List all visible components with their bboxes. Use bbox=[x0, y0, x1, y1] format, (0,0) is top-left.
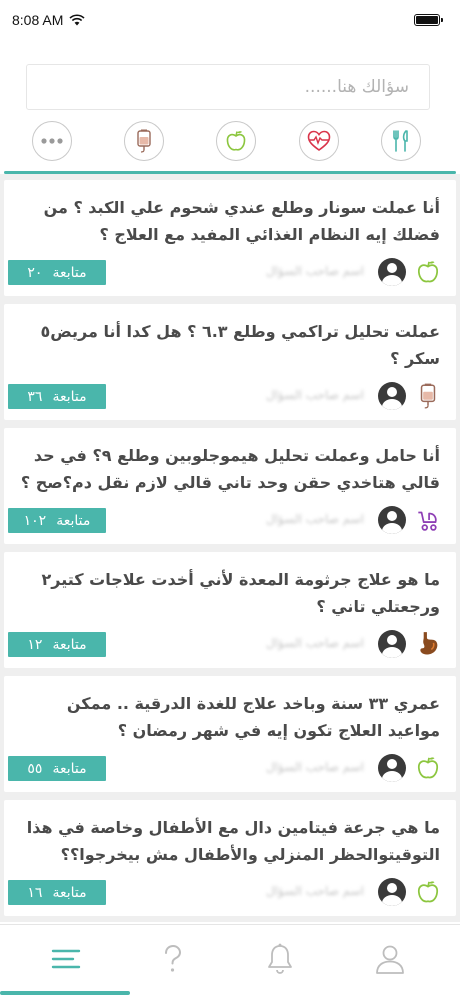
apple-icon bbox=[417, 881, 439, 903]
author-name: اسم صاحب السؤال bbox=[266, 512, 364, 526]
search-box[interactable] bbox=[26, 64, 430, 110]
author-name: اسم صاحب السؤال bbox=[266, 388, 364, 402]
category-blood-button[interactable] bbox=[124, 121, 164, 161]
question-text: ما هو علاج جرثومة المعدة لأني أخدت علاجا… bbox=[41, 570, 440, 616]
question-text: أنا عملت سونار وطلع عندي شحوم علي الكبد … bbox=[43, 198, 440, 244]
status-time: 8:08 AM bbox=[12, 12, 64, 28]
question-card[interactable]: ما هو علاج جرثومة المعدة لأني أخدت علاجا… bbox=[4, 552, 456, 668]
bell-icon bbox=[268, 943, 292, 974]
battery-icon bbox=[414, 14, 443, 26]
apple-icon bbox=[226, 131, 246, 151]
follow-count: ٥٥ bbox=[27, 760, 43, 777]
tab-profile[interactable] bbox=[360, 935, 420, 983]
wifi-icon bbox=[69, 14, 85, 26]
question-footer: متابعة ٥٥ اسم صاحب السؤال bbox=[4, 754, 456, 782]
follow-button[interactable]: متابعة ٢٠ bbox=[8, 260, 106, 285]
question-text: عملت تحليل تراكمي وطلع ٦.٣ ؟ هل كدا أنا … bbox=[40, 322, 440, 368]
tab-notifications[interactable] bbox=[250, 935, 310, 983]
question-text: أنا حامل وعملت تحليل هيموجلوبين وطلع ٩؟ … bbox=[20, 446, 440, 492]
avatar[interactable] bbox=[378, 878, 406, 906]
avatar[interactable] bbox=[378, 258, 406, 286]
follow-count: ٣٦ bbox=[27, 388, 43, 405]
status-bar: 8:08 AM bbox=[0, 0, 460, 40]
heart-pulse-icon bbox=[307, 130, 331, 151]
stomach-icon bbox=[420, 632, 438, 655]
question-mark-icon bbox=[165, 944, 182, 972]
author-name: اسم صاحب السؤال bbox=[266, 636, 364, 650]
follow-button[interactable]: متابعة ٣٦ bbox=[8, 384, 106, 409]
apple-icon bbox=[417, 757, 439, 779]
question-card[interactable]: ما هي جرعة فيتامين دال مع الأطفال وخاصة … bbox=[4, 800, 456, 916]
question-footer: متابعة ١٠٢ اسم صاحب السؤال bbox=[4, 506, 456, 534]
follow-button[interactable]: متابعة ١٦ bbox=[8, 880, 106, 905]
follow-count: ١٢ bbox=[27, 636, 43, 653]
question-card[interactable]: عمري ٣٣ سنة وباخد علاج للغدة الدرقية .. … bbox=[4, 676, 456, 792]
active-tab-indicator bbox=[0, 991, 130, 995]
list-icon bbox=[51, 949, 81, 969]
follow-button[interactable]: متابعة ١٢ bbox=[8, 632, 106, 657]
author-name: اسم صاحب السؤال bbox=[266, 884, 364, 898]
apple-icon bbox=[417, 261, 439, 283]
follow-button[interactable]: متابعة ١٠٢ bbox=[8, 508, 106, 533]
tab-questions[interactable] bbox=[36, 935, 96, 983]
blood-bag-icon bbox=[420, 383, 436, 409]
question-card[interactable]: أنا حامل وعملت تحليل هيموجلوبين وطلع ٩؟ … bbox=[4, 428, 456, 544]
avatar[interactable] bbox=[378, 630, 406, 658]
status-left: 8:08 AM bbox=[12, 12, 85, 28]
questions-feed[interactable]: أنا عملت سونار وطلع عندي شحوم علي الكبد … bbox=[0, 174, 460, 922]
question-footer: متابعة ١٢ اسم صاحب السؤال bbox=[4, 630, 456, 658]
blood-bag-icon bbox=[137, 129, 151, 153]
question-card[interactable]: عملت تحليل تراكمي وطلع ٦.٣ ؟ هل كدا أنا … bbox=[4, 304, 456, 420]
follow-count: ١٦ bbox=[27, 884, 43, 901]
follow-label: متابعة bbox=[52, 884, 87, 901]
follow-label: متابعة bbox=[56, 512, 91, 529]
follow-label: متابعة bbox=[52, 636, 87, 653]
avatar[interactable] bbox=[378, 382, 406, 410]
more-icon bbox=[41, 138, 63, 144]
follow-count: ٢٠ bbox=[27, 264, 43, 281]
category-filter-row bbox=[0, 121, 460, 165]
follow-label: متابعة bbox=[52, 388, 87, 405]
fork-knife-icon bbox=[393, 130, 408, 152]
question-text: عمري ٣٣ سنة وباخد علاج للغدة الدرقية .. … bbox=[66, 694, 440, 740]
question-footer: متابعة ٣٦ اسم صاحب السؤال bbox=[4, 382, 456, 410]
follow-label: متابعة bbox=[52, 264, 87, 281]
question-footer: متابعة ١٦ اسم صاحب السؤال bbox=[4, 878, 456, 906]
question-text: ما هي جرعة فيتامين دال مع الأطفال وخاصة … bbox=[26, 818, 440, 864]
follow-button[interactable]: متابعة ٥٥ bbox=[8, 756, 106, 781]
category-food-button[interactable] bbox=[381, 121, 421, 161]
category-heart-button[interactable] bbox=[299, 121, 339, 161]
tab-ask[interactable] bbox=[142, 935, 202, 983]
bottom-tab-bar bbox=[0, 924, 460, 996]
author-name: اسم صاحب السؤال bbox=[266, 264, 364, 278]
follow-count: ١٠٢ bbox=[23, 512, 47, 529]
question-input[interactable] bbox=[27, 65, 409, 109]
category-more-button[interactable] bbox=[32, 121, 72, 161]
user-icon bbox=[376, 945, 404, 974]
avatar[interactable] bbox=[378, 754, 406, 782]
question-card[interactable]: أنا عملت سونار وطلع عندي شحوم علي الكبد … bbox=[4, 180, 456, 296]
stroller-icon bbox=[418, 511, 437, 531]
avatar[interactable] bbox=[378, 506, 406, 534]
follow-label: متابعة bbox=[52, 760, 87, 777]
category-nutrition-button[interactable] bbox=[216, 121, 256, 161]
author-name: اسم صاحب السؤال bbox=[266, 760, 364, 774]
question-footer: متابعة ٢٠ اسم صاحب السؤال bbox=[4, 258, 456, 286]
